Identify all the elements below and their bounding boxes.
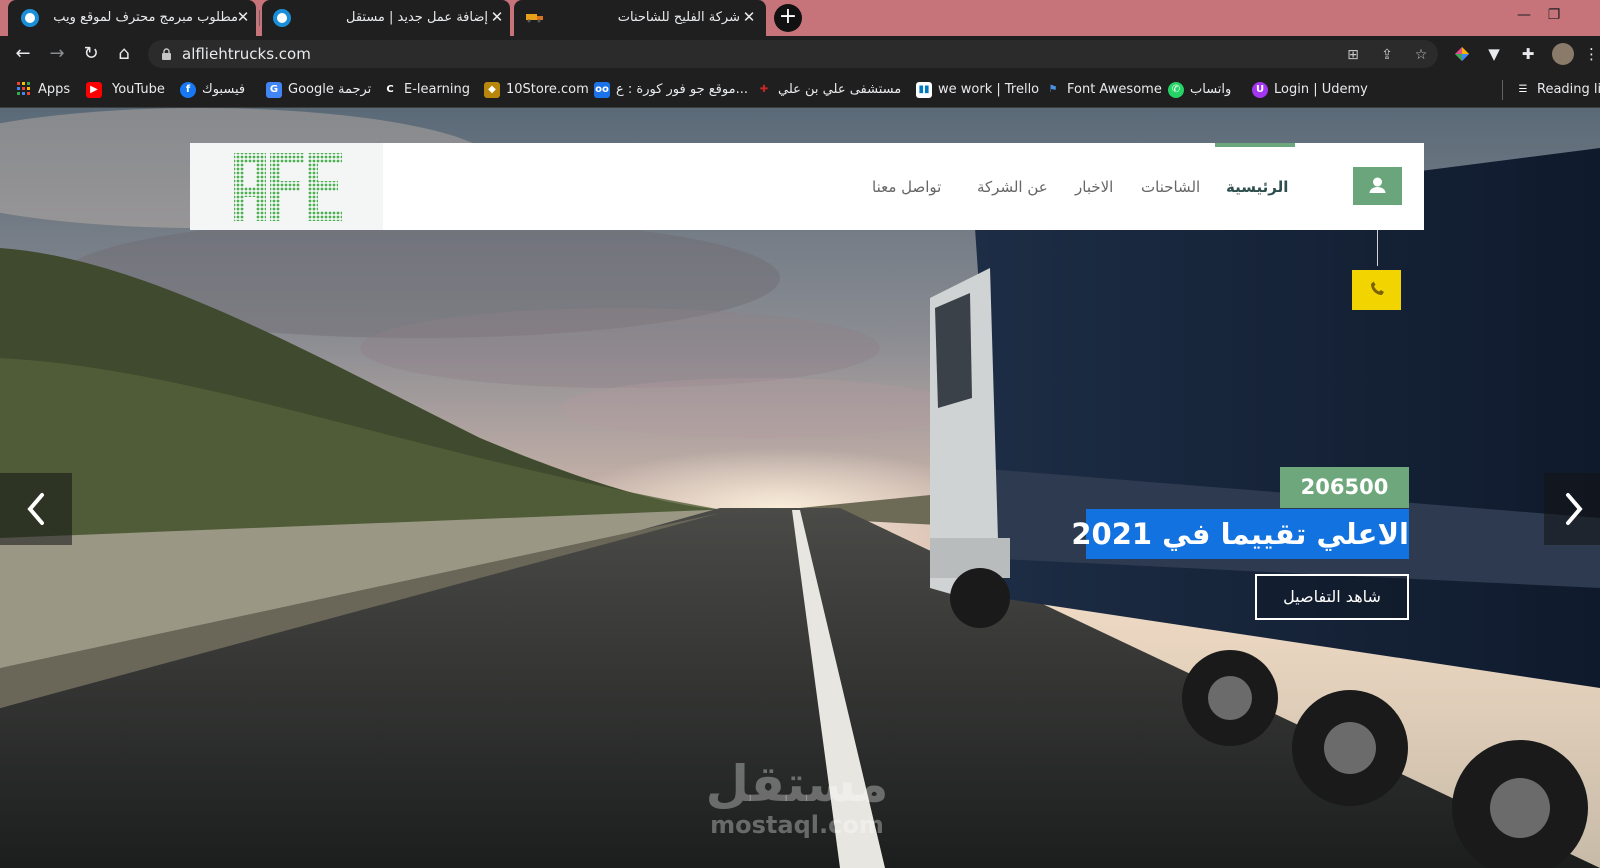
bookmark-label: YouTube: [112, 82, 165, 97]
browser-toolbar: ← → ↻ ⌂ alfliehtrucks.com ⊞ ⇪ ☆ ▼ ✚ ⋮: [0, 36, 1600, 72]
chevron-left-icon: [27, 493, 44, 525]
browser-window: مطلوب مبرمج محترف لموقع ويب | ✕ إضافة عم…: [0, 0, 1600, 868]
bookmark-label: مستشفى علي بن علي: [778, 82, 902, 97]
forward-arrow-icon[interactable]: →: [45, 42, 69, 66]
ring-icon: [273, 9, 291, 27]
tab-title: إضافة عمل جديد | مستقل: [345, 10, 488, 25]
tab-freelance-request[interactable]: مطلوب مبرمج محترف لموقع ويب | ✕: [8, 0, 256, 36]
flag-icon: ⚑: [1048, 84, 1058, 95]
tab-separator: [259, 10, 260, 26]
view-details-button[interactable]: شاهد التفاصيل: [1255, 574, 1409, 620]
url-text: alfliehtrucks.com: [182, 45, 311, 63]
nav-news[interactable]: الاخبار: [1075, 177, 1113, 197]
goal-icon: oo: [594, 82, 610, 98]
translate-icon[interactable]: ⊞: [1344, 46, 1362, 64]
more-menu-icon[interactable]: ⋮: [1584, 44, 1599, 64]
bookmark-label: Google ترجمة: [288, 82, 372, 97]
home-icon[interactable]: ⌂: [112, 42, 136, 66]
whatsapp-icon: ✆: [1168, 82, 1184, 98]
ring-icon: [21, 9, 39, 27]
trello-icon: ▮▮: [916, 82, 932, 98]
active-nav-indicator: [1215, 143, 1295, 147]
slider-next-button[interactable]: [1544, 473, 1600, 545]
nav-home[interactable]: الرئيسية: [1226, 177, 1288, 197]
nav-contact[interactable]: تواصل معنا: [872, 177, 941, 197]
bookmarks-divider: [1502, 80, 1503, 100]
store-icon: ◆: [484, 82, 500, 98]
bookmark-label: واتساب: [1190, 82, 1232, 97]
tab-title: شركة الفليح للشاحنات: [617, 10, 740, 25]
hero-slider: الرئيسية الشاحنات الاخبار عن الشركة تواص…: [0, 108, 1600, 868]
udemy-icon: U: [1252, 82, 1268, 98]
share-icon[interactable]: ⇪: [1378, 46, 1396, 64]
user-icon: [1369, 177, 1386, 193]
afe-logo-icon: [234, 153, 342, 221]
mostaql-watermark: مستقل mostaql.com: [697, 756, 897, 838]
bookmark-label: 10Store.com: [506, 82, 589, 97]
watermark-arabic: مستقل: [705, 755, 889, 813]
truck-icon: [526, 14, 543, 23]
slide-headline: الاعلي تقييما في 2021: [1071, 509, 1409, 559]
extensions-puzzle-icon[interactable]: ✚: [1518, 44, 1538, 64]
close-tab-icon[interactable]: ✕: [488, 8, 506, 26]
price-badge: 206500 ر.س: [1280, 467, 1409, 540]
back-arrow-icon[interactable]: ←: [11, 42, 35, 66]
close-tab-icon[interactable]: ✕: [740, 8, 758, 26]
facebook-icon: f: [180, 82, 196, 98]
nav-trucks[interactable]: الشاحنات: [1141, 177, 1200, 197]
reload-icon[interactable]: ↻: [79, 42, 103, 66]
restore-icon[interactable]: ❐: [1540, 4, 1568, 26]
slider-prev-button[interactable]: [0, 473, 72, 545]
chevron-right-icon: [1566, 493, 1583, 525]
google-translate-icon: G: [266, 82, 282, 98]
address-bar[interactable]: alfliehtrucks.com ⊞ ⇪ ☆: [148, 40, 1438, 68]
minimize-icon[interactable]: —: [1510, 4, 1538, 26]
new-tab-button[interactable]: +: [774, 4, 802, 32]
phone-icon: [1371, 281, 1384, 295]
site-navbar: الرئيسية الشاحنات الاخبار عن الشركة تواص…: [190, 143, 1424, 230]
bookmark-label: Reading lis: [1537, 82, 1600, 97]
bookmark-label: Apps: [38, 82, 71, 97]
profile-avatar[interactable]: [1552, 43, 1574, 65]
bookmark-label: we work | Trello: [938, 82, 1040, 97]
phone-hanger-line: [1377, 230, 1378, 266]
vue-devtools-icon[interactable]: ▼: [1484, 44, 1504, 64]
bookmark-star-icon[interactable]: ☆: [1412, 46, 1430, 64]
lock-icon: [162, 48, 171, 60]
c-icon: C: [386, 84, 394, 95]
user-account-button[interactable]: [1353, 167, 1402, 205]
hospital-icon: ✚: [759, 84, 769, 95]
nav-about[interactable]: عن الشركة: [977, 177, 1048, 197]
tab-alflieh-trucks[interactable]: شركة الفليح للشاحنات ✕: [514, 0, 766, 36]
youtube-icon: ▶: [86, 82, 102, 98]
bookmark-label: Font Awesome: [1067, 82, 1162, 97]
reading-list-icon: ☰: [1518, 84, 1528, 95]
bookmark-label: E-learning: [404, 82, 470, 97]
close-tab-icon[interactable]: ✕: [234, 8, 252, 26]
site-logo[interactable]: [190, 143, 383, 230]
tab-strip: مطلوب مبرمج محترف لموقع ويب | ✕ إضافة عم…: [0, 0, 1600, 36]
watermark-latin: mostaql.com: [710, 811, 884, 839]
tab-add-work[interactable]: إضافة عمل جديد | مستقل ✕: [262, 0, 510, 36]
bookmark-label: فيسبوك: [202, 82, 246, 97]
bookmark-label: Login | Udemy: [1274, 82, 1368, 97]
bookmark-label: موقع جو فور كورة : ع...: [616, 82, 748, 97]
bookmarks-bar: Apps ▶ YouTube f فيسبوك G Google ترجمة C…: [0, 72, 1600, 108]
tab-title: مطلوب مبرمج محترف لموقع ويب |: [52, 10, 238, 25]
phone-button[interactable]: [1352, 270, 1401, 310]
apps-grid-icon: [16, 82, 32, 98]
color-extension-icon[interactable]: [1452, 44, 1472, 64]
